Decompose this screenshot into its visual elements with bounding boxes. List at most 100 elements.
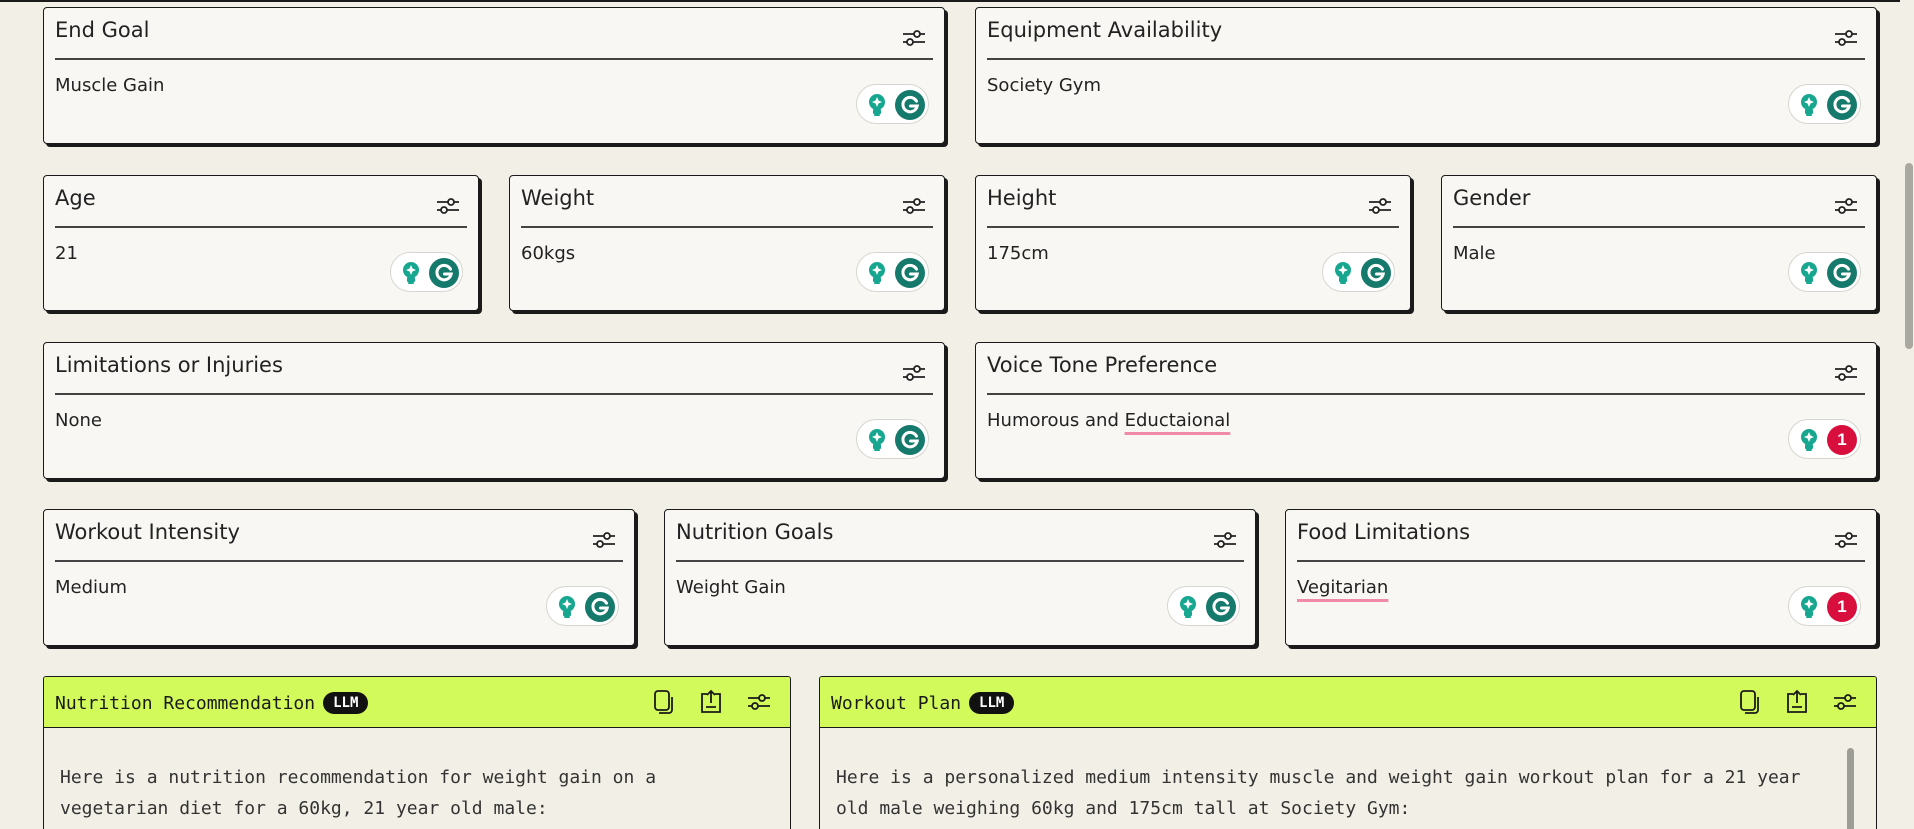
copy-icon[interactable] (650, 689, 676, 715)
field-card-equipment: Equipment Availability Society Gym (975, 7, 1877, 144)
grammarly-widget[interactable] (1167, 586, 1240, 626)
divider (1297, 560, 1865, 562)
sliders-icon[interactable] (1833, 194, 1859, 218)
divider (55, 560, 623, 562)
export-icon[interactable] (1784, 689, 1810, 715)
sliders-icon[interactable] (1833, 361, 1859, 385)
divider (1453, 226, 1865, 228)
field-title: Workout Intensity (55, 520, 240, 544)
grammarly-g-icon[interactable] (429, 258, 459, 288)
field-value[interactable]: Vegitarian (1297, 577, 1388, 598)
sliders-icon[interactable] (435, 194, 461, 218)
sliders-icon[interactable] (591, 528, 617, 552)
grammarly-bulb-icon[interactable] (1798, 428, 1820, 452)
grammarly-g-icon[interactable] (1361, 258, 1391, 288)
panel-scrollbar[interactable] (1847, 748, 1854, 829)
sliders-icon[interactable] (901, 361, 927, 385)
sliders-icon[interactable] (1212, 528, 1238, 552)
panel-body[interactable]: Here is a personalized medium intensity … (836, 762, 1856, 824)
field-value[interactable]: Medium (55, 577, 127, 598)
grammarly-bulb-icon[interactable] (1332, 261, 1354, 285)
field-value[interactable]: 175cm (987, 243, 1049, 264)
field-title: Gender (1453, 186, 1531, 210)
field-title: Voice Tone Preference (987, 353, 1218, 377)
divider (521, 226, 933, 228)
value-text: Humorous and (987, 410, 1125, 431)
field-value[interactable]: Male (1453, 243, 1496, 264)
page-scrollbar-track[interactable] (1900, 0, 1914, 829)
field-card-intensity: Workout Intensity Medium (43, 509, 635, 646)
sliders-icon[interactable] (901, 26, 927, 50)
panel-title: Workout Plan LLM (831, 692, 1015, 714)
field-value[interactable]: Weight Gain (676, 577, 786, 598)
field-value[interactable]: Society Gym (987, 75, 1101, 96)
divider (55, 226, 467, 228)
export-icon[interactable] (698, 689, 724, 715)
field-title: Equipment Availability (987, 18, 1223, 42)
panel-title-text: Nutrition Recommendation (55, 693, 316, 714)
field-card-limitations: Limitations or Injuries None (43, 342, 945, 479)
grammarly-widget[interactable] (856, 84, 929, 124)
sliders-icon[interactable] (746, 689, 772, 715)
grammarly-widget[interactable]: 1 (1788, 419, 1861, 459)
grammarly-g-icon[interactable] (1827, 90, 1857, 120)
grammarly-widget[interactable] (1788, 84, 1861, 124)
grammarly-bulb-icon[interactable] (1798, 93, 1820, 117)
field-card-end-goal: End Goal Muscle Gain (43, 7, 945, 144)
grammarly-bulb-icon[interactable] (400, 261, 422, 285)
grammarly-bulb-icon[interactable] (1798, 595, 1820, 619)
llm-badge: LLM (323, 692, 369, 714)
grammarly-widget[interactable] (390, 252, 463, 292)
field-card-food-limitations: Food Limitations Vegitarian 1 (1285, 509, 1877, 646)
field-value[interactable]: 21 (55, 243, 78, 264)
grammarly-bulb-icon[interactable] (866, 428, 888, 452)
llm-badge: LLM (969, 692, 1015, 714)
grammarly-widget[interactable]: 1 (1788, 586, 1861, 626)
nutrition-recommendation-panel: Nutrition Recommendation LLM Here is a nu… (43, 676, 791, 829)
grammarly-bulb-icon[interactable] (866, 93, 888, 117)
grammarly-bulb-icon[interactable] (1177, 595, 1199, 619)
panel-body[interactable]: Here is a nutrition recommendation for w… (60, 762, 770, 824)
grammarly-widget[interactable] (856, 252, 929, 292)
divider (676, 560, 1244, 562)
copy-icon[interactable] (1736, 689, 1762, 715)
grammarly-widget[interactable] (546, 586, 619, 626)
sliders-icon[interactable] (1833, 528, 1859, 552)
divider (987, 226, 1399, 228)
sliders-icon[interactable] (1367, 194, 1393, 218)
field-card-nutrition-goals: Nutrition Goals Weight Gain (664, 509, 1256, 646)
grammarly-g-icon[interactable] (895, 425, 925, 455)
field-value[interactable]: Humorous and Eductaional (987, 410, 1230, 431)
divider (55, 393, 933, 395)
sliders-icon[interactable] (1833, 26, 1859, 50)
grammarly-g-icon[interactable] (1206, 592, 1236, 622)
grammarly-widget[interactable] (856, 419, 929, 459)
grammarly-bulb-icon[interactable] (866, 261, 888, 285)
grammarly-g-icon[interactable] (585, 592, 615, 622)
field-value[interactable]: 60kgs (521, 243, 575, 264)
page-scrollbar-thumb[interactable] (1905, 163, 1913, 349)
divider (55, 58, 933, 60)
field-card-height: Height 175cm (975, 175, 1411, 311)
panel-header: Workout Plan LLM (820, 677, 1876, 728)
grammarly-bulb-icon[interactable] (1798, 261, 1820, 285)
field-value[interactable]: Muscle Gain (55, 75, 164, 96)
field-title: Age (55, 186, 96, 210)
divider (987, 58, 1865, 60)
sliders-icon[interactable] (901, 194, 927, 218)
grammarly-g-icon[interactable] (1827, 258, 1857, 288)
spelling-error[interactable]: Eductaional (1125, 410, 1231, 431)
error-count-badge[interactable]: 1 (1827, 592, 1857, 622)
panel-title-text: Workout Plan (831, 693, 962, 714)
grammarly-widget[interactable] (1788, 252, 1861, 292)
field-title: Height (987, 186, 1057, 210)
panel-header: Nutrition Recommendation LLM (44, 677, 790, 728)
grammarly-widget[interactable] (1322, 252, 1395, 292)
grammarly-g-icon[interactable] (895, 258, 925, 288)
field-title: Weight (521, 186, 595, 210)
field-value[interactable]: None (55, 410, 102, 431)
sliders-icon[interactable] (1832, 689, 1858, 715)
grammarly-bulb-icon[interactable] (556, 595, 578, 619)
grammarly-g-icon[interactable] (895, 90, 925, 120)
error-count-badge[interactable]: 1 (1827, 425, 1857, 455)
